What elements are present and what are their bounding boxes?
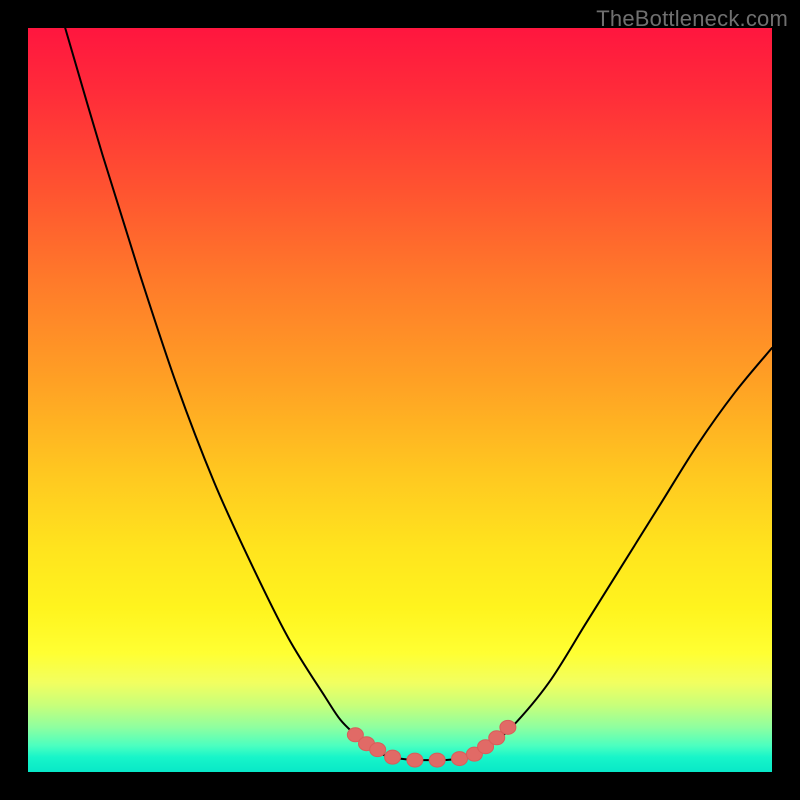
data-marker (452, 752, 468, 766)
marker-group (347, 720, 516, 767)
plot-area (28, 28, 772, 772)
data-marker (407, 753, 423, 767)
chart-stage: TheBottleneck.com (0, 0, 800, 800)
data-marker (429, 753, 445, 767)
data-marker (370, 743, 386, 757)
curve-right (474, 348, 772, 756)
data-marker (500, 720, 516, 734)
curve-svg (28, 28, 772, 772)
data-marker (385, 750, 401, 764)
curve-left (65, 28, 385, 756)
